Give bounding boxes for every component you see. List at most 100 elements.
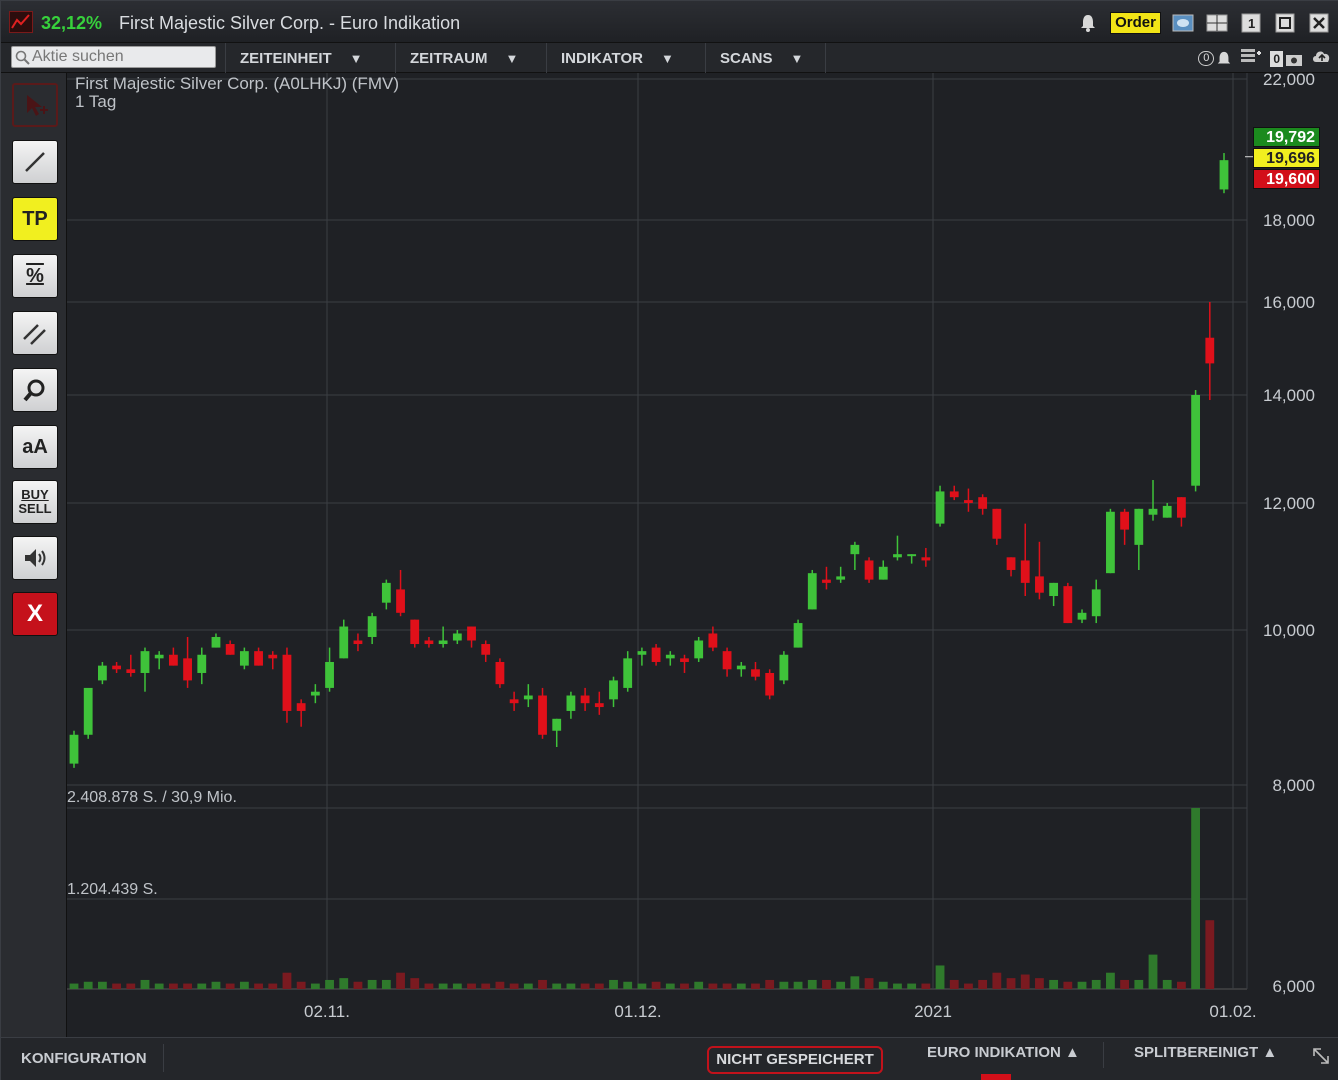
chevron-down-icon: ▼: [660, 50, 674, 66]
trendline-tool[interactable]: [12, 140, 58, 184]
delete-drawings-button[interactable]: X: [12, 592, 58, 636]
alarm-bell-icon[interactable]: [1076, 11, 1100, 35]
volume-bar: [197, 983, 207, 989]
volume-bar: [566, 983, 576, 989]
menu-scans[interactable]: SCANS ▼: [705, 43, 803, 73]
candle-body: [694, 640, 704, 659]
close-label: X: [26, 600, 43, 627]
volume-bar: [623, 981, 633, 989]
volume-bar: [978, 979, 988, 989]
cursor-tool[interactable]: [12, 83, 58, 127]
volume-bar: [168, 983, 178, 989]
menu-zeiteinheit[interactable]: ZEITEINHEIT ▼: [225, 43, 363, 73]
magnifier-icon: [23, 379, 45, 402]
candle-body: [566, 695, 576, 711]
candle-body: [978, 497, 988, 509]
volume-bar: [1020, 974, 1030, 989]
config-button[interactable]: KONFIGURATION: [21, 1050, 147, 1067]
candle-body: [864, 560, 874, 580]
percent-tool[interactable]: %: [12, 254, 58, 298]
candle-body: [736, 665, 746, 670]
text-tool[interactable]: aA: [12, 425, 58, 469]
volume-bar: [1063, 981, 1073, 989]
volume-bar: [1205, 920, 1215, 989]
candle-body: [254, 651, 263, 666]
order-button[interactable]: Order: [1110, 12, 1161, 34]
price-tag-low: 19,600: [1253, 169, 1320, 189]
tp-tool[interactable]: TP: [12, 197, 58, 241]
parallel-channel-tool[interactable]: [12, 311, 58, 355]
buy-sell-tool[interactable]: BUY SELL: [12, 480, 58, 524]
stock-search[interactable]: [11, 46, 216, 68]
volume-bar: [126, 983, 136, 989]
volume-bar: [680, 983, 689, 989]
volume-max-label: 2.408.878 S. / 30,9 Mio.: [67, 789, 237, 806]
volume-bar: [765, 979, 775, 989]
zoom-tool[interactable]: [12, 368, 58, 412]
candle-body: [807, 573, 817, 610]
candle-body: [1162, 505, 1172, 518]
candle-body: [1077, 612, 1087, 620]
candle-body: [1049, 582, 1059, 597]
candle-body: [949, 491, 959, 498]
candlestick-chart[interactable]: 22,000 18,000 16,000 14,000 12,000 10,000 8,00…: [67, 73, 1338, 1037]
euro-indication-menu[interactable]: EURO INDIKATION ▲: [927, 1044, 1080, 1061]
candle-body: [992, 508, 1002, 539]
caret-up-icon: ▲: [1060, 1044, 1080, 1061]
volume-bar: [552, 983, 562, 989]
text-label: aA: [22, 435, 48, 458]
candle-body: [680, 658, 689, 662]
resize-icon[interactable]: [1311, 1046, 1331, 1071]
candle-body: [722, 651, 732, 670]
chart-window: 32,12% First Majestic Silver Corp. - Eur…: [0, 0, 1338, 1080]
cloud-icon[interactable]: [1171, 11, 1195, 35]
candle-body: [154, 654, 164, 659]
close-icon[interactable]: [1307, 11, 1331, 35]
candle-body: [1091, 589, 1101, 617]
candle-body: [1020, 560, 1030, 583]
scroll-indicator[interactable]: [981, 1074, 1011, 1080]
y-tick-label: 14,000: [1263, 386, 1315, 405]
menu-indikator[interactable]: INDIKATOR ▼: [546, 43, 674, 73]
volume-bar: [594, 983, 604, 989]
watchlist-icon[interactable]: [1240, 47, 1262, 70]
candle-body: [424, 640, 434, 645]
search-input[interactable]: [32, 48, 212, 66]
chart-area[interactable]: 22,000 18,000 16,000 14,000 12,000 10,000 8,00…: [67, 73, 1338, 1037]
volume-bar: [878, 981, 888, 989]
volume-bar: [580, 983, 590, 989]
chart-logo-icon: [9, 11, 33, 33]
volume-bar: [1120, 979, 1130, 989]
upload-cloud-icon[interactable]: [1311, 47, 1333, 70]
volume-bar: [396, 972, 405, 989]
candle-body: [793, 623, 803, 648]
candle-body: [126, 669, 136, 673]
alert-counter[interactable]: 0: [1198, 50, 1232, 68]
search-icon: [15, 50, 31, 71]
volume-bar: [296, 981, 306, 989]
not-saved-indicator[interactable]: NICHT GESPEICHERT: [707, 1046, 883, 1074]
volume-bar: [1177, 981, 1186, 989]
candle-body: [623, 658, 633, 688]
split-adjusted-menu[interactable]: SPLITBEREINIGT ▲: [1134, 1044, 1277, 1061]
portfolio-counter[interactable]: 0: [1270, 50, 1303, 67]
chevron-down-icon: ▼: [505, 50, 519, 66]
candle-body: [609, 680, 618, 700]
volume-bar: [935, 965, 945, 989]
menu-zeitraum[interactable]: ZEITRAUM ▼: [395, 43, 518, 73]
window-number-icon[interactable]: 1: [1239, 11, 1263, 35]
maximize-icon[interactable]: [1273, 11, 1297, 35]
candle-body: [1191, 395, 1201, 486]
candle-body: [836, 576, 846, 580]
volume-bar: [949, 979, 959, 989]
price-tag-high: 19,792: [1253, 127, 1320, 147]
volume-mid-label: 1.204.439 S.: [67, 881, 158, 898]
volume-bar: [467, 983, 476, 989]
sound-tool[interactable]: [12, 536, 58, 580]
layout-icon[interactable]: [1205, 11, 1229, 35]
menu-label: INDIKATOR: [561, 49, 643, 67]
volume-bar: [1148, 954, 1158, 989]
candle-body: [1035, 576, 1044, 593]
candle-body: [310, 691, 320, 696]
candle-body: [481, 644, 491, 655]
